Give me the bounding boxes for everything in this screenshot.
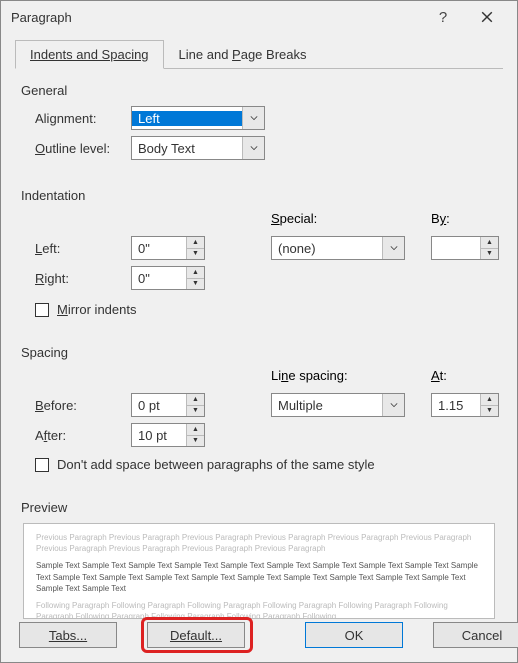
button-bar: Tabs... Default... OK Cancel	[1, 622, 517, 648]
right-indent-value: 0"	[132, 271, 186, 286]
section-general: General	[21, 83, 517, 98]
help-button[interactable]: ?	[421, 3, 465, 31]
alignment-value: Left	[132, 111, 242, 126]
section-indentation: Indentation	[21, 188, 517, 203]
tab-breaks-pre: Line and	[179, 47, 233, 62]
cancel-button[interactable]: Cancel	[433, 622, 518, 648]
right-label: Right:	[35, 271, 131, 286]
window-title: Paragraph	[11, 10, 421, 25]
outline-value: Body Text	[132, 141, 242, 156]
ok-button-label: OK	[345, 628, 364, 643]
chevron-down-icon	[242, 107, 264, 129]
line-spacing-select[interactable]: Multiple	[271, 393, 405, 417]
spin-buttons[interactable]: ▲▼	[480, 394, 498, 416]
mirror-indents-label: Mirror indents	[57, 302, 136, 317]
by-label: By:	[431, 211, 497, 226]
before-value: 0 pt	[132, 398, 186, 413]
tabs-button[interactable]: Tabs...	[19, 622, 117, 648]
special-label: Special:	[271, 211, 431, 226]
spin-buttons[interactable]: ▲▼	[480, 237, 498, 259]
tab-indents-spacing[interactable]: Indents and Spacing	[15, 40, 164, 69]
right-indent-spinner[interactable]: 0"▲▼	[131, 266, 205, 290]
before-spinner[interactable]: 0 pt▲▼	[131, 393, 205, 417]
outline-select[interactable]: Body Text	[131, 136, 265, 160]
tab-indents-label: Indents and Spacing	[30, 47, 149, 62]
line-spacing-label: Line spacing:	[271, 368, 431, 383]
tab-line-page-breaks[interactable]: Line and Page Breaks	[164, 40, 322, 69]
section-spacing: Spacing	[21, 345, 517, 360]
dont-add-space-checkbox[interactable]	[35, 458, 49, 472]
line-spacing-value: Multiple	[272, 398, 382, 413]
preview-following: Following Paragraph Following Paragraph …	[36, 600, 482, 619]
spin-buttons[interactable]: ▲▼	[186, 424, 204, 446]
outline-label: Outline level:	[35, 141, 131, 156]
default-button-label: Default...	[170, 628, 222, 643]
special-select[interactable]: (none)	[271, 236, 405, 260]
alignment-label: Alignment:	[35, 111, 131, 126]
left-label: Left:	[35, 241, 131, 256]
spin-buttons[interactable]: ▲▼	[186, 267, 204, 289]
mirror-indents-checkbox[interactable]	[35, 303, 49, 317]
at-spinner[interactable]: 1.15▲▼	[431, 393, 499, 417]
before-label: Before:	[35, 398, 131, 413]
chevron-down-icon	[242, 137, 264, 159]
after-label: After:	[35, 428, 131, 443]
close-button[interactable]	[465, 3, 509, 31]
dont-add-space-label: Don't add space between paragraphs of th…	[57, 457, 375, 472]
preview-box: Previous Paragraph Previous Paragraph Pr…	[23, 523, 495, 619]
ok-button[interactable]: OK	[305, 622, 403, 648]
titlebar: Paragraph ?	[1, 1, 517, 33]
after-value: 10 pt	[132, 428, 186, 443]
default-button[interactable]: Default...	[147, 622, 245, 648]
tab-strip: Indents and Spacing Line and Page Breaks	[15, 39, 503, 69]
left-indent-value: 0"	[132, 241, 186, 256]
tab-breaks-u: P	[232, 47, 241, 62]
spin-buttons[interactable]: ▲▼	[186, 394, 204, 416]
alignment-select[interactable]: Left	[131, 106, 265, 130]
tab-breaks-post: age Breaks	[241, 47, 307, 62]
section-preview: Preview	[21, 500, 517, 515]
at-label: At:	[431, 368, 497, 383]
at-value: 1.15	[432, 398, 480, 413]
by-spinner[interactable]: ▲▼	[431, 236, 499, 260]
chevron-down-icon	[382, 394, 404, 416]
chevron-down-icon	[382, 237, 404, 259]
tabs-button-label: Tabs...	[49, 628, 87, 643]
special-value: (none)	[272, 241, 382, 256]
left-indent-spinner[interactable]: 0"▲▼	[131, 236, 205, 260]
paragraph-dialog: Paragraph ? Indents and Spacing Line and…	[0, 0, 518, 663]
preview-previous: Previous Paragraph Previous Paragraph Pr…	[36, 532, 482, 554]
spin-buttons[interactable]: ▲▼	[186, 237, 204, 259]
preview-sample: Sample Text Sample Text Sample Text Samp…	[36, 560, 482, 594]
after-spinner[interactable]: 10 pt▲▼	[131, 423, 205, 447]
cancel-button-label: Cancel	[462, 628, 502, 643]
